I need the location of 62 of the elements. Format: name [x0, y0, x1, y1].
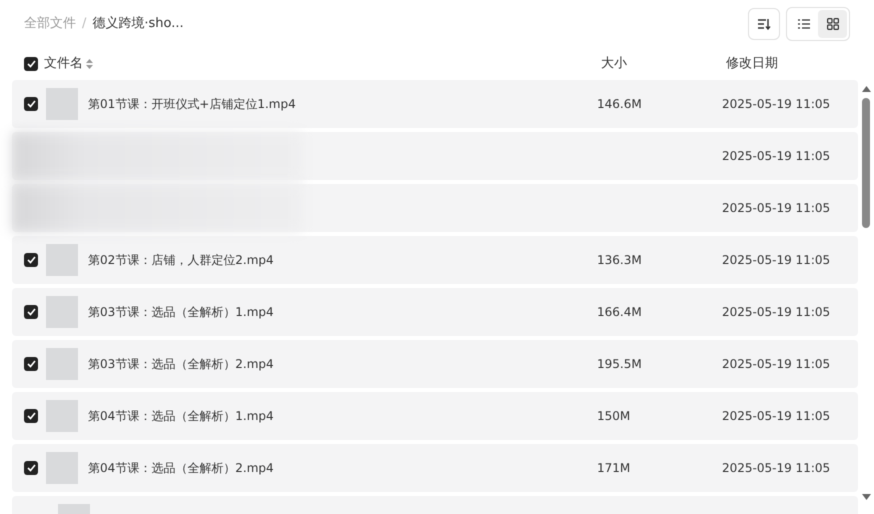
file-name: 第01节课：开班仪式+店铺定位1.mp4: [88, 97, 296, 111]
breadcrumb-current: 德义跨境·sho...: [92, 15, 184, 34]
thumbnail-placeholder: [46, 452, 78, 484]
file-row[interactable]: 第01节课：开班仪式+店铺定位1.mp4 146.6M 2025-05-19 11:05: [12, 80, 858, 128]
check-icon: [26, 256, 36, 264]
check-icon: [26, 308, 36, 316]
thumbnail-placeholder: [46, 400, 78, 432]
checkbox[interactable]: [24, 97, 38, 111]
file-size: 171M: [597, 461, 630, 475]
thumbnail-placeholder: [46, 88, 78, 120]
check-icon: [26, 464, 36, 472]
check-icon: [26, 100, 36, 108]
file-row[interactable]: 第03节课：选品（全解析）1.mp4 166.4M 2025-05-19 11:05: [12, 288, 858, 336]
sort-icon[interactable]: [86, 59, 93, 69]
file-row[interactable]: 第03节课：选品（全解析）2.mp4 195.5M 2025-05-19 11:05: [12, 340, 858, 388]
modified-date: 2025-05-19 11:05: [722, 201, 830, 215]
file-row[interactable]: 第04节课：选品（全解析）2.mp4 171M 2025-05-19 11:05: [12, 444, 858, 492]
checkbox[interactable]: [24, 357, 38, 371]
file-row[interactable]: 2025-05-19 11:05: [12, 132, 858, 180]
sort-button[interactable]: [748, 8, 780, 40]
checkbox[interactable]: [24, 253, 38, 267]
modified-date: 2025-05-19 11:05: [722, 357, 830, 371]
file-row[interactable]: 2025-05-19 11:05: [12, 184, 858, 232]
checkbox[interactable]: [24, 305, 38, 319]
select-all-checkbox[interactable]: [24, 57, 38, 71]
file-size: 195.5M: [597, 357, 642, 371]
file-size: 150M: [597, 409, 630, 423]
file-size: 166.4M: [597, 305, 642, 319]
thumbnail-placeholder: [46, 348, 78, 380]
scrollbar-thumb[interactable]: [862, 98, 870, 228]
thumbnail-placeholder: [46, 296, 78, 328]
checkbox[interactable]: [24, 409, 38, 423]
thumbnail-placeholder: [46, 244, 78, 276]
grid-view-button[interactable]: [818, 10, 847, 38]
modified-date: 2025-05-19 11:05: [722, 97, 830, 111]
file-size: 146.6M: [597, 97, 642, 111]
file-name: 第04节课：选品（全解析）2.mp4: [88, 461, 274, 475]
size-column-header: 大小: [601, 56, 627, 72]
check-icon: [26, 360, 36, 368]
modified-date: 2025-05-19 11:05: [722, 149, 830, 163]
date-column-header: 修改日期: [726, 56, 778, 72]
file-row[interactable]: 第02节课：店铺，人群定位2.mp4 136.3M 2025-05-19 11:05: [12, 236, 858, 284]
file-name: 第02节课：店铺，人群定位2.mp4: [88, 253, 274, 267]
file-size: 136.3M: [597, 253, 642, 267]
modified-date: 2025-05-19 11:05: [722, 461, 830, 475]
modified-date: 2025-05-19 11:05: [722, 305, 830, 319]
file-row[interactable]: 第04节课：选品（全解析）1.mp4 150M 2025-05-19 11:05: [12, 392, 858, 440]
file-name: 第04节课：选品（全解析）1.mp4: [88, 409, 274, 423]
file-name: 第03节课：选品（全解析）2.mp4: [88, 357, 274, 371]
list-icon: [798, 19, 810, 29]
grid-icon: [826, 18, 838, 30]
sort-icon: [757, 18, 771, 30]
scroll-up-icon[interactable]: [862, 86, 870, 92]
breadcrumb-separator: /: [82, 15, 86, 34]
scroll-down-icon[interactable]: [862, 494, 870, 500]
check-icon: [26, 412, 36, 420]
name-column-header[interactable]: 文件名: [44, 54, 83, 74]
modified-date: 2025-05-19 11:05: [722, 409, 830, 423]
checkbox[interactable]: [24, 461, 38, 475]
file-name: 第03节课：选品（全解析）1.mp4: [88, 305, 274, 319]
modified-date: 2025-05-19 11:05: [722, 253, 830, 267]
check-icon: [26, 60, 36, 68]
